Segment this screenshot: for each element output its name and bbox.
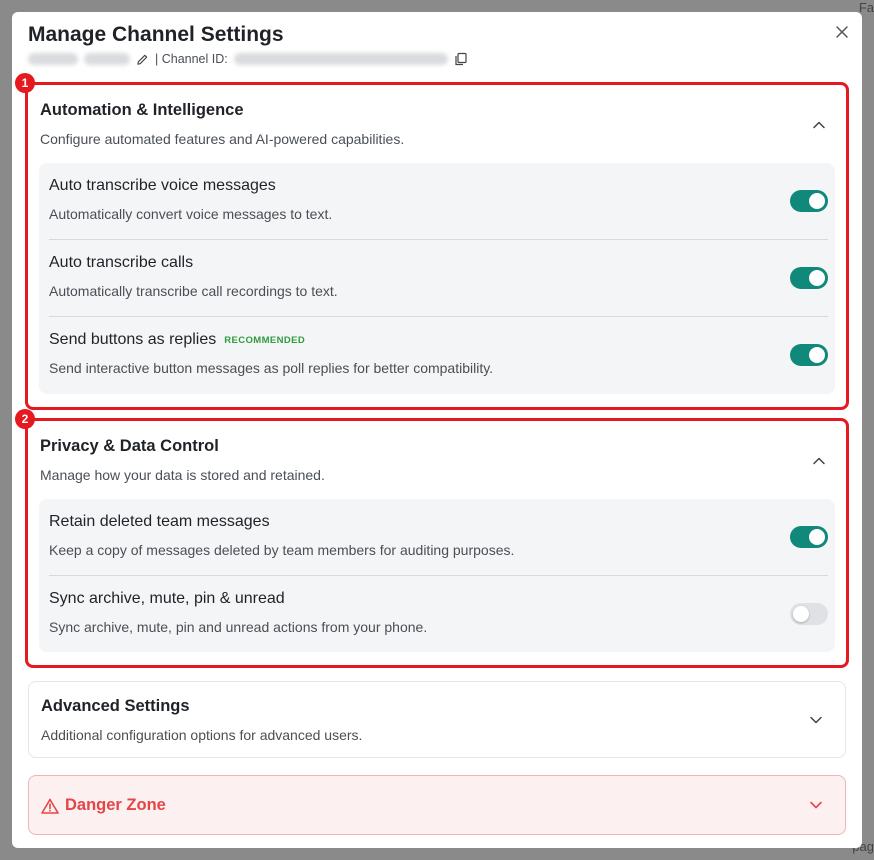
automation-settings-list: Auto transcribe voice messages Automatic… [39,163,835,394]
advanced-section-description: Additional configuration options for adv… [41,727,363,743]
chevron-down-icon[interactable] [809,713,823,727]
setting-row-retain-deleted: Retain deleted team messages Keep a copy… [39,499,835,576]
channel-id-label: | Channel ID: [155,52,228,66]
chevron-down-icon[interactable] [809,798,823,812]
call-transcribe-toggle[interactable] [790,267,828,289]
buttons-as-replies-toggle[interactable] [790,344,828,366]
setting-description: Send interactive button messages as poll… [49,360,494,376]
advanced-section[interactable]: Advanced Settings Additional configurati… [28,681,846,758]
modal-title: Manage Channel Settings [28,23,284,46]
setting-row-sync-archive: Sync archive, mute, pin & unread Sync ar… [39,576,835,653]
setting-description: Keep a copy of messages deleted by team … [49,542,515,558]
retain-deleted-toggle[interactable] [790,526,828,548]
privacy-section-title: Privacy & Data Control [40,437,219,455]
background-top-text: Fa [858,0,874,15]
privacy-section: Privacy & Data Control Manage how your d… [25,418,849,668]
privacy-section-description: Manage how your data is stored and retai… [40,467,325,483]
danger-zone-title: Danger Zone [41,796,166,815]
setting-description: Sync archive, mute, pin and unread actio… [49,619,428,635]
chevron-up-icon[interactable] [812,118,826,132]
advanced-section-title: Advanced Settings [41,697,190,715]
copy-icon[interactable] [454,52,468,66]
close-icon[interactable] [834,24,850,40]
setting-title: Sync archive, mute, pin & unread [49,590,285,607]
setting-row-call-transcribe: Auto transcribe calls Automatically tran… [39,240,835,317]
automation-section-description: Configure automated features and AI-powe… [40,131,405,147]
warning-icon [41,798,59,814]
annotation-marker-1: 1 [15,73,35,93]
privacy-settings-list: Retain deleted team messages Keep a copy… [39,499,835,652]
channel-name-redacted [28,53,78,65]
setting-row-voice-transcribe: Auto transcribe voice messages Automatic… [39,163,835,240]
danger-zone-section[interactable]: Danger Zone [28,775,846,835]
voice-transcribe-toggle[interactable] [790,190,828,212]
recommended-badge: RECOMMENDED [224,334,306,346]
channel-type-redacted [84,53,130,65]
setting-description: Automatically convert voice messages to … [49,206,333,222]
annotation-marker-2: 2 [15,409,35,429]
channel-id-value-redacted [233,53,448,65]
channel-settings-modal: Manage Channel Settings | Channel ID: Au… [12,12,862,848]
setting-title: Send buttons as replies RECOMMENDED [49,331,306,348]
pencil-icon[interactable] [136,53,149,66]
setting-title: Retain deleted team messages [49,513,270,530]
setting-description: Automatically transcribe call recordings… [49,283,338,299]
setting-row-buttons-as-replies: Send buttons as replies RECOMMENDED Send… [39,317,835,394]
setting-title: Auto transcribe calls [49,254,194,271]
automation-section-title: Automation & Intelligence [40,101,244,119]
setting-title: Auto transcribe voice messages [49,177,276,194]
chevron-up-icon[interactable] [812,454,826,468]
channel-subtitle: | Channel ID: [28,52,468,66]
sync-archive-toggle[interactable] [790,603,828,625]
automation-section: Automation & Intelligence Configure auto… [25,82,849,410]
